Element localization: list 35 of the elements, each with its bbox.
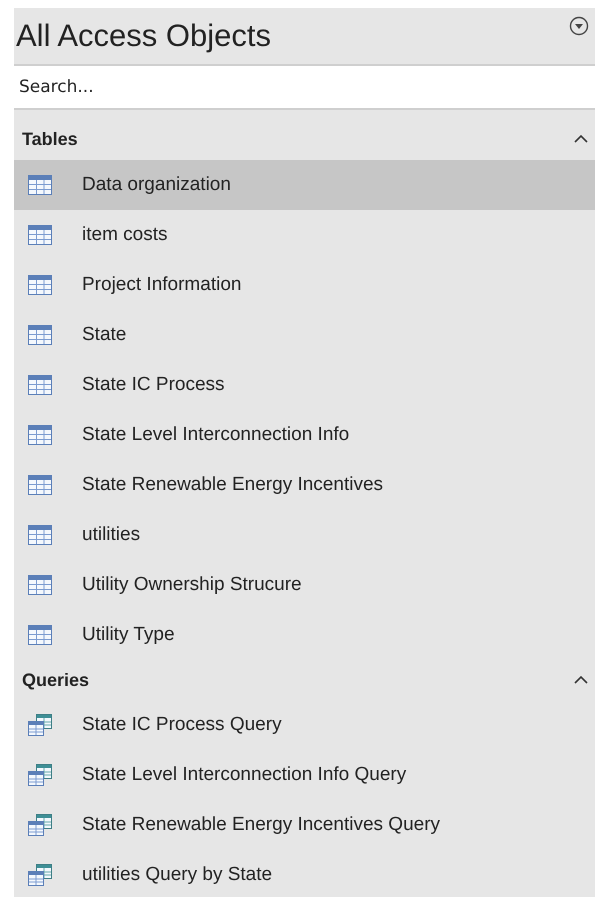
table-icon: [28, 525, 52, 545]
nav-item[interactable]: item costs: [14, 210, 595, 260]
nav-item[interactable]: utilities Query by State: [14, 850, 595, 897]
table-icon: [28, 275, 52, 295]
nav-item[interactable]: Project Information: [14, 260, 595, 310]
nav-item[interactable]: State: [14, 310, 595, 360]
nav-item[interactable]: State Renewable Energy Incentives: [14, 460, 595, 510]
nav-item[interactable]: utilities: [14, 510, 595, 560]
table-icon: [28, 225, 52, 245]
table-icon: [28, 475, 52, 495]
group-header[interactable]: Tables: [14, 110, 595, 160]
nav-item[interactable]: State IC Process Query: [14, 700, 595, 750]
chevron-icon: [573, 134, 589, 144]
table-icon: [28, 425, 52, 445]
chevron-icon: [573, 675, 589, 685]
table-icon: [28, 375, 52, 395]
nav-item[interactable]: Data organization: [14, 160, 595, 210]
query-icon: [28, 714, 52, 736]
query-icon: [28, 764, 52, 786]
table-icon: [28, 625, 52, 645]
search-field[interactable]: Search...: [14, 66, 595, 110]
table-icon: [28, 325, 52, 345]
nav-item[interactable]: State Renewable Energy Incentives Query: [14, 800, 595, 850]
table-icon: [28, 575, 52, 595]
nav-item[interactable]: State Level Interconnection Info Query: [14, 750, 595, 800]
group-header[interactable]: Queries: [14, 660, 595, 700]
query-icon: [28, 814, 52, 836]
nav-item[interactable]: State IC Process: [14, 360, 595, 410]
pane-title: All Access Objects: [16, 18, 271, 54]
table-icon: [28, 175, 52, 195]
nav-item[interactable]: Utility Ownership Strucure: [14, 560, 595, 610]
query-icon: [28, 864, 52, 886]
dropdown-icon[interactable]: [569, 16, 589, 36]
nav-item[interactable]: Utility Type: [14, 610, 595, 660]
nav-item[interactable]: State Level Interconnection Info: [14, 410, 595, 460]
